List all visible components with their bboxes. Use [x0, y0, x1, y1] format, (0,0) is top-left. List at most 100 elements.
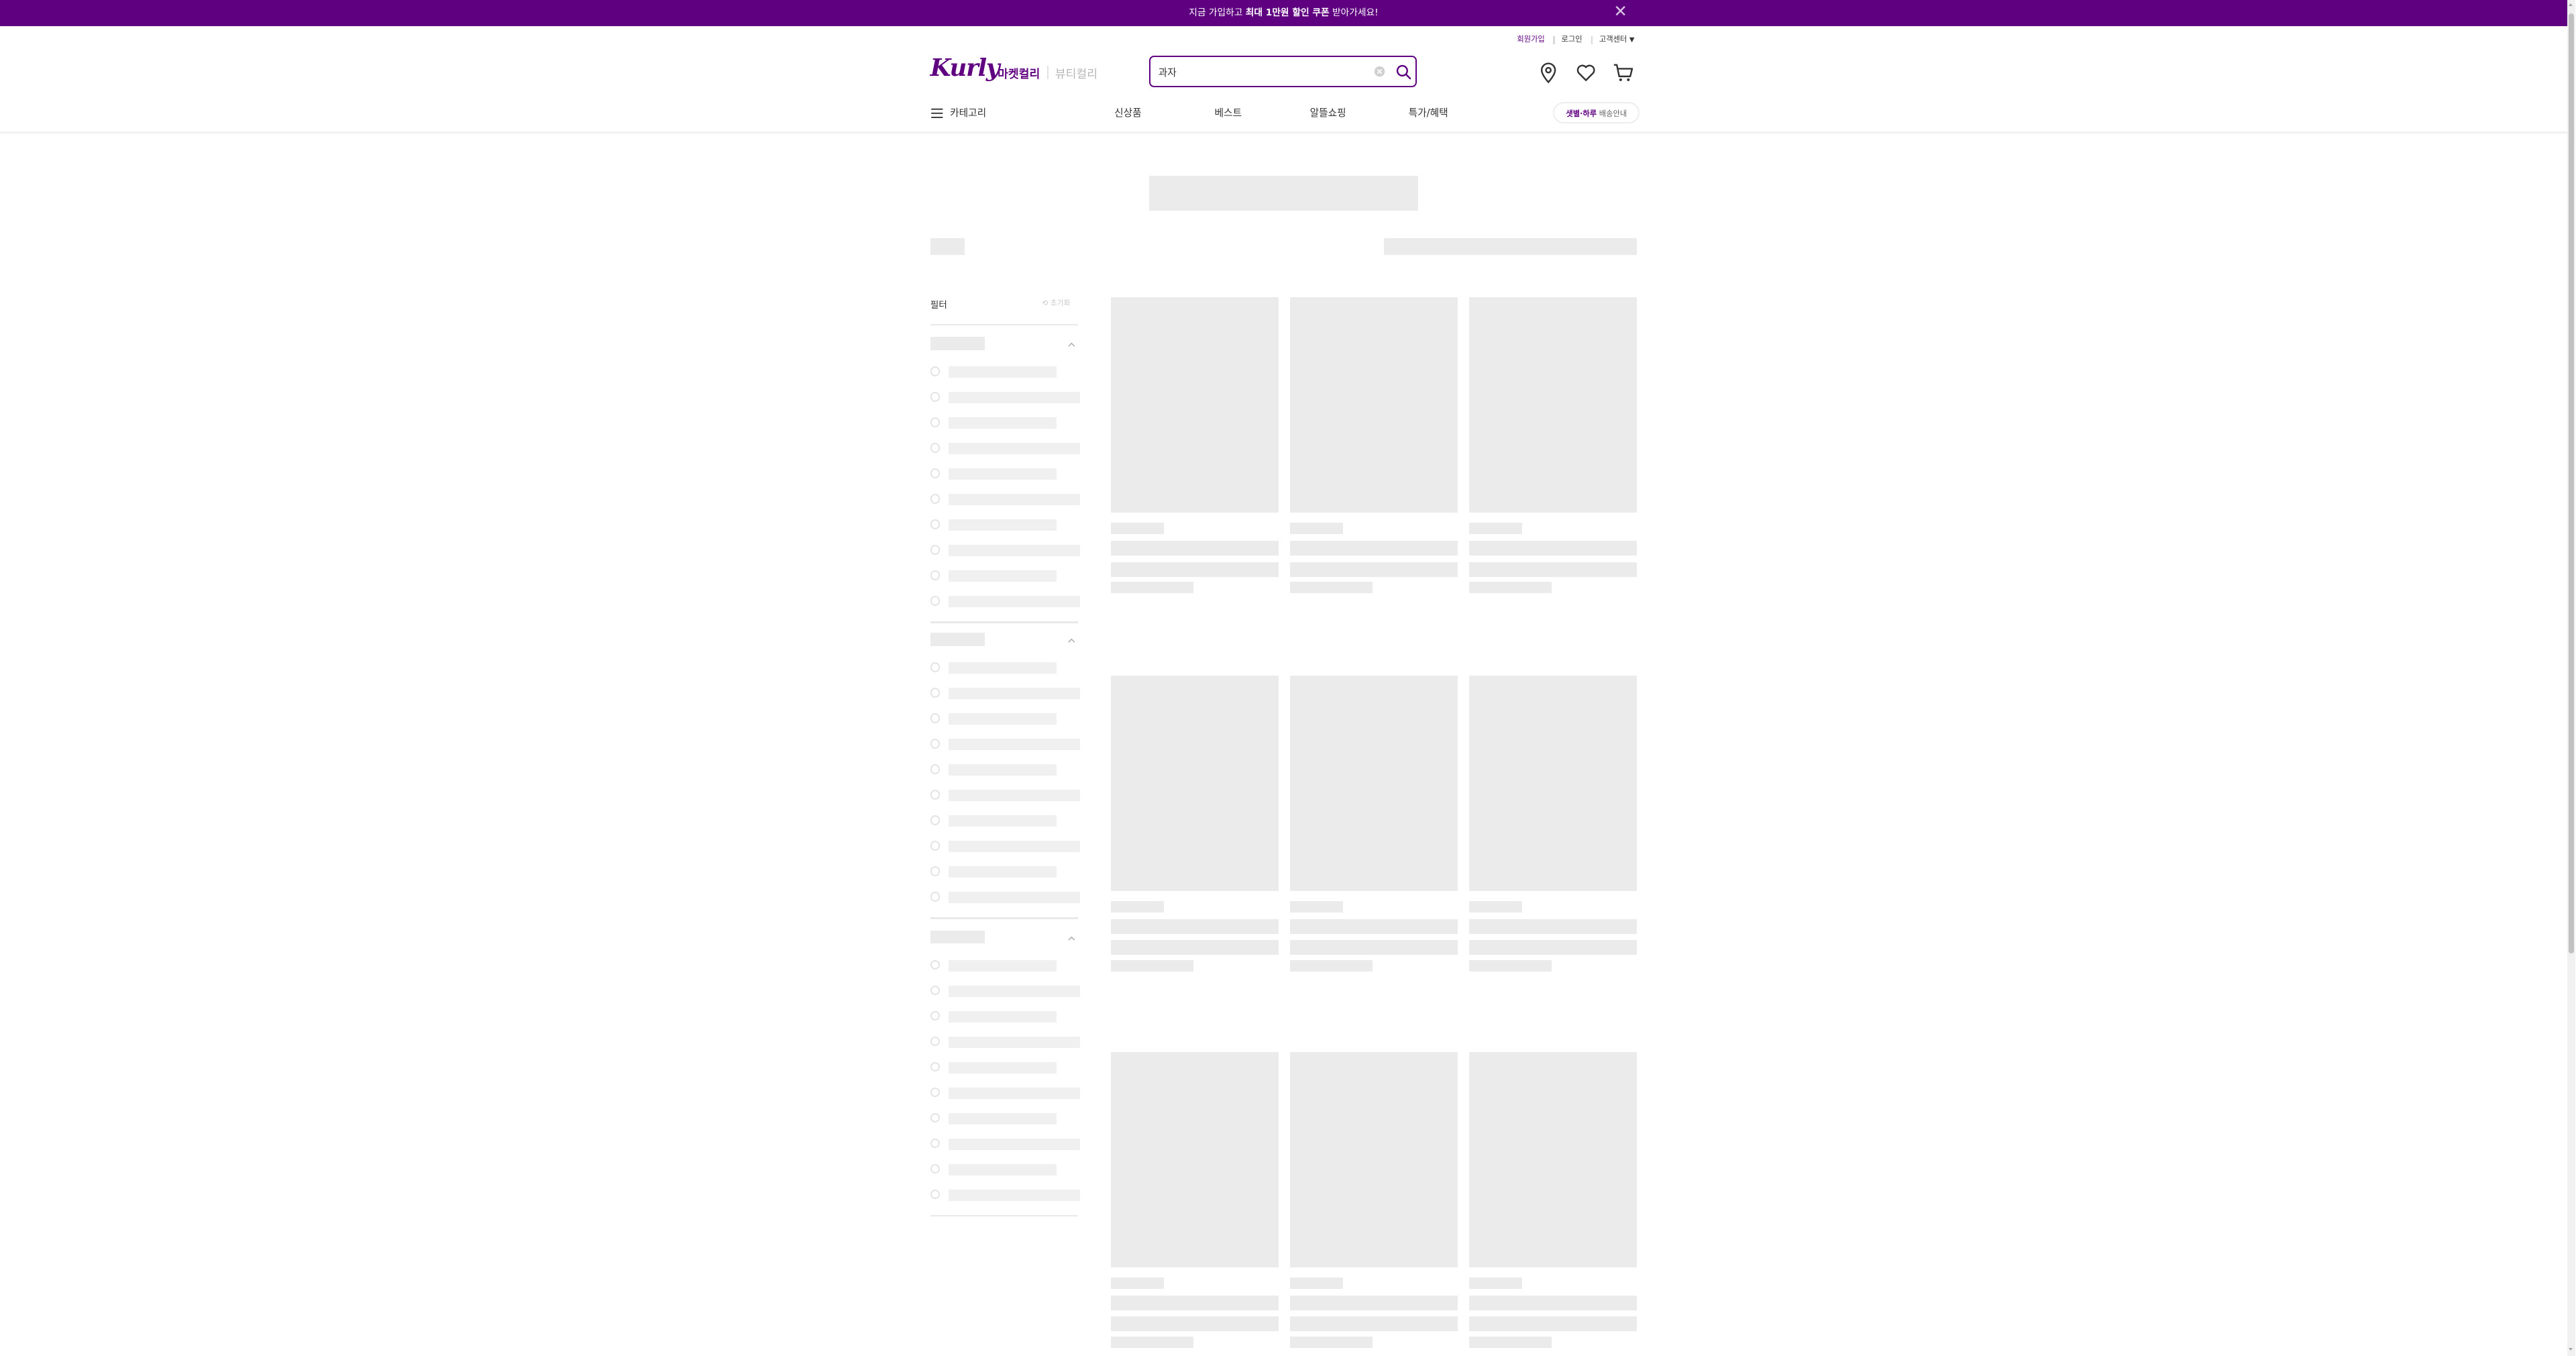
product-card-line-skeleton	[1469, 900, 1522, 912]
product-card-line-skeleton	[1290, 959, 1373, 972]
filter-checkbox[interactable]	[930, 519, 941, 529]
chevron-up-icon[interactable]	[1067, 340, 1077, 348]
promo-text: 지금 가입하고 최대 1만원 할인 쿠폰 받아가세요!	[1189, 7, 1379, 18]
cart-icon[interactable]	[1612, 61, 1635, 84]
title-skeleton	[1148, 176, 1419, 211]
caret-down-icon: ▼	[1629, 36, 1635, 44]
tab-beauty-kurly[interactable]: 뷰티컬리	[1055, 64, 1097, 81]
filter-checkbox[interactable]	[930, 959, 941, 970]
product-card-image-skeleton[interactable]	[1469, 1052, 1638, 1267]
filter-checkbox[interactable]	[930, 841, 941, 851]
product-card-image-skeleton[interactable]	[1290, 1052, 1458, 1267]
product-card-line-skeleton	[1111, 1336, 1193, 1348]
filter-checkbox[interactable]	[930, 892, 941, 902]
filter-checkbox[interactable]	[930, 713, 941, 723]
delivery-info-badge[interactable]: 샛별·하루 배송안내	[1553, 101, 1640, 123]
divider	[1553, 36, 1555, 45]
filter-checkbox[interactable]	[930, 570, 941, 580]
product-card-image-skeleton[interactable]	[1290, 297, 1458, 513]
filter-checkbox[interactable]	[930, 662, 941, 673]
filter-checkbox[interactable]	[930, 764, 941, 774]
search-input[interactable]	[1158, 62, 1356, 83]
product-card-line-skeleton	[1469, 541, 1638, 556]
filter-checkbox[interactable]	[930, 468, 941, 478]
product-card-line-skeleton	[1469, 1295, 1638, 1310]
filter-checkbox[interactable]	[930, 545, 941, 555]
product-card-line-skeleton	[1469, 582, 1552, 594]
product-card-line-skeleton	[1290, 523, 1343, 535]
nav-best[interactable]: 베스트	[1215, 105, 1242, 122]
filter-checkbox[interactable]	[930, 1087, 941, 1098]
filter-option-skeleton	[948, 841, 1080, 853]
filter-checkbox[interactable]	[930, 392, 941, 402]
location-icon[interactable]	[1537, 61, 1560, 84]
filter-checkbox[interactable]	[930, 790, 941, 800]
filter-checkbox[interactable]	[930, 1010, 941, 1021]
filter-checkbox[interactable]	[930, 1163, 941, 1174]
login-link[interactable]: 로그인	[1562, 33, 1582, 46]
filter-option-skeleton	[948, 392, 1080, 404]
product-card-line-skeleton	[1469, 1277, 1522, 1289]
delivery-label: 배송안내	[1597, 109, 1627, 118]
product-card-image-skeleton[interactable]	[1111, 675, 1279, 891]
hamburger-icon[interactable]	[930, 107, 944, 120]
filter-checkbox[interactable]	[930, 866, 941, 876]
promo-banner[interactable]: 지금 가입하고 최대 1만원 할인 쿠폰 받아가세요! ✕	[0, 0, 2567, 27]
nav-bargain[interactable]: 알뜰쇼핑	[1310, 105, 1346, 122]
filter-checkbox[interactable]	[930, 494, 941, 504]
heart-icon[interactable]	[1574, 61, 1597, 84]
filter-checkbox[interactable]	[930, 985, 941, 996]
scrollbar[interactable]	[2567, 0, 2576, 1356]
filter-checkbox[interactable]	[930, 1036, 941, 1047]
product-card-image-skeleton[interactable]	[1111, 1052, 1279, 1267]
filter-checkbox[interactable]	[930, 815, 941, 825]
filter-checkbox[interactable]	[930, 1112, 941, 1123]
tab-market-kurly[interactable]: 마켓컬리	[998, 64, 1040, 81]
clear-icon[interactable]	[1374, 66, 1385, 77]
filter-option-skeleton	[948, 764, 1057, 776]
filter-checkbox[interactable]	[930, 596, 941, 606]
filter-option-skeleton	[948, 596, 1080, 608]
product-card-line-skeleton	[1111, 562, 1279, 577]
filter-reset-button[interactable]: ⟲ 초기화	[1042, 297, 1070, 308]
divider	[1591, 36, 1593, 45]
delivery-label-bold: 샛별·하루	[1566, 109, 1597, 118]
signup-link[interactable]: 회원가입	[1517, 33, 1544, 46]
filter-option-skeleton	[948, 959, 1057, 972]
close-icon[interactable]: ✕	[1612, 3, 1629, 20]
filter-option-skeleton	[948, 519, 1057, 531]
nav-divider	[0, 132, 2567, 135]
nav-new-products[interactable]: 신상품	[1114, 105, 1142, 122]
filter-option-skeleton	[948, 443, 1080, 455]
filter-option-skeleton	[948, 494, 1080, 506]
nav-category[interactable]: 카테고리	[950, 105, 986, 122]
product-card-line-skeleton	[1290, 1277, 1343, 1289]
filter-checkbox[interactable]	[930, 443, 941, 453]
divider	[930, 1214, 1079, 1216]
kurly-logo[interactable]: Kurly	[930, 54, 1000, 82]
filter-checkbox[interactable]	[930, 366, 941, 377]
chevron-up-icon[interactable]	[1067, 636, 1077, 644]
product-card-image-skeleton[interactable]	[1290, 675, 1458, 891]
customer-center-link[interactable]: 고객센터 ▼	[1599, 33, 1635, 46]
product-card-line-skeleton	[1111, 919, 1279, 934]
product-card-image-skeleton[interactable]	[1469, 675, 1638, 891]
scroll-down-icon[interactable]	[2569, 1348, 2573, 1351]
filter-checkbox[interactable]	[930, 739, 941, 749]
filter-checkbox[interactable]	[930, 1061, 941, 1072]
product-card-line-skeleton	[1469, 562, 1638, 577]
filter-option-skeleton	[948, 468, 1057, 480]
search-icon[interactable]	[1395, 64, 1412, 81]
scroll-up-icon[interactable]	[2569, 3, 2573, 6]
nav-special-offers[interactable]: 특가/혜택	[1409, 105, 1448, 122]
filter-title: 필터	[930, 300, 947, 311]
chevron-up-icon[interactable]	[1067, 934, 1077, 942]
scrollbar-thumb[interactable]	[2569, 13, 2574, 953]
filter-checkbox[interactable]	[930, 1189, 941, 1200]
filter-checkbox[interactable]	[930, 688, 941, 698]
filter-checkbox[interactable]	[930, 1138, 941, 1149]
product-card-image-skeleton[interactable]	[1469, 297, 1638, 513]
divider	[1046, 66, 1049, 79]
filter-checkbox[interactable]	[930, 417, 941, 427]
product-card-image-skeleton[interactable]	[1111, 297, 1279, 513]
